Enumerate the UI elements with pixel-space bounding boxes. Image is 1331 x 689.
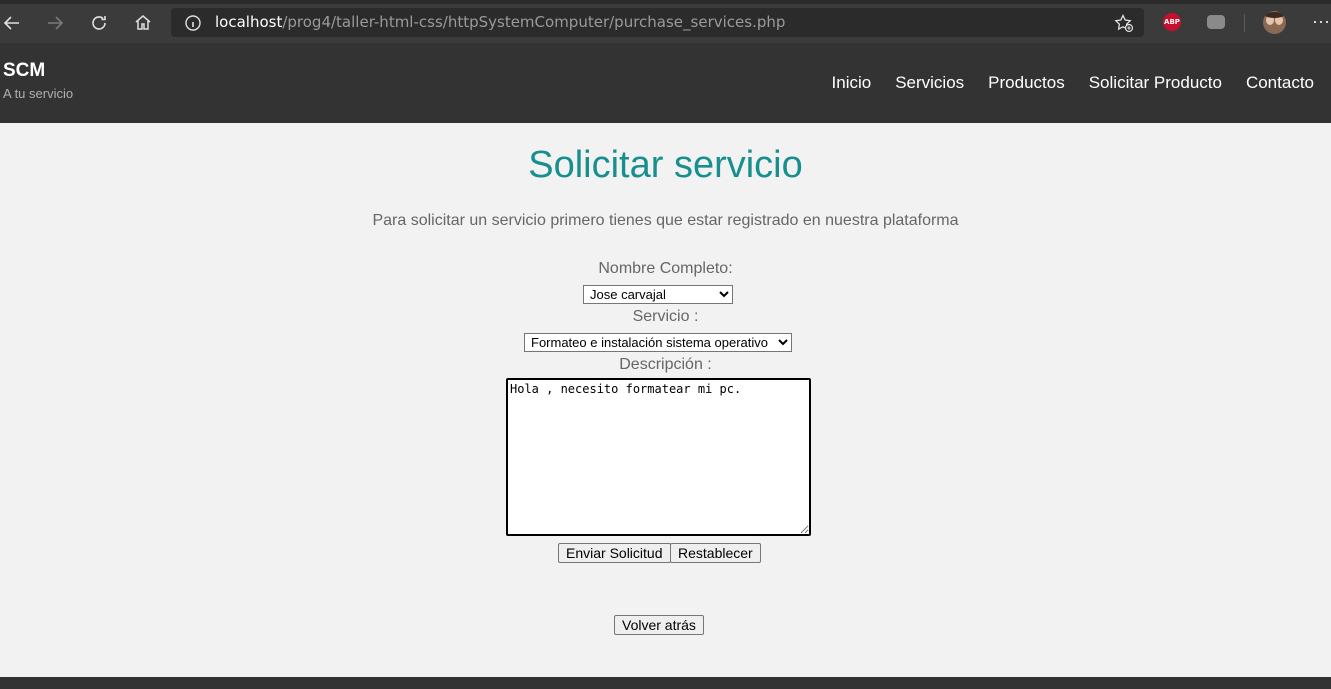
home-icon[interactable] bbox=[132, 12, 154, 34]
submit-request-button[interactable]: Enviar Solicitud bbox=[558, 543, 671, 563]
forward-icon[interactable] bbox=[44, 12, 66, 34]
description-label: Descripción : bbox=[619, 356, 712, 373]
back-icon[interactable] bbox=[1, 12, 23, 34]
service-select[interactable]: Formateo e instalación sistema operativo bbox=[524, 333, 792, 352]
nav-link-contacto[interactable]: Contacto bbox=[1246, 73, 1314, 93]
url-text: localhost/prog4/taller-html-css/httpSyst… bbox=[215, 13, 785, 31]
description-textarea[interactable]: Hola , necesito formatear mi pc. bbox=[506, 378, 811, 536]
add-favorite-icon[interactable] bbox=[1114, 13, 1134, 33]
more-icon[interactable]: ⋯ bbox=[1312, 12, 1330, 33]
url-host: localhost bbox=[215, 13, 283, 31]
site-header: SCM A tu servicio Inicio Servicios Produ… bbox=[0, 43, 1331, 123]
address-bar[interactable]: localhost/prog4/taller-html-css/httpSyst… bbox=[171, 8, 1144, 37]
nav-link-inicio[interactable]: Inicio bbox=[832, 73, 872, 93]
tab-strip bbox=[0, 0, 1331, 4]
browser-toolbar: localhost/prog4/taller-html-css/httpSyst… bbox=[0, 0, 1331, 44]
profile-avatar[interactable] bbox=[1263, 11, 1286, 34]
site-tagline: A tu servicio bbox=[3, 86, 74, 101]
nav-link-productos[interactable]: Productos bbox=[988, 73, 1065, 93]
adblock-extension-icon[interactable]: ABP bbox=[1163, 13, 1181, 31]
site-footer bbox=[0, 677, 1331, 689]
info-icon[interactable] bbox=[183, 13, 203, 33]
site-logo[interactable]: SCM bbox=[3, 60, 45, 82]
reset-button[interactable]: Restablecer bbox=[670, 543, 761, 563]
name-select[interactable]: Jose carvajal bbox=[583, 285, 733, 304]
toolbar-divider bbox=[1244, 14, 1245, 32]
extension-icon[interactable] bbox=[1207, 15, 1225, 29]
name-label: Nombre Completo: bbox=[598, 260, 733, 277]
reload-icon[interactable] bbox=[88, 12, 110, 34]
main-nav: Inicio Servicios Productos Solicitar Pro… bbox=[808, 73, 1314, 93]
url-path: /prog4/taller-html-css/httpSystemCompute… bbox=[282, 13, 786, 31]
service-label: Servicio : bbox=[632, 308, 699, 325]
page-title: Solicitar servicio bbox=[528, 144, 803, 186]
back-button[interactable]: Volver atrás bbox=[614, 615, 704, 635]
intro-text: Para solicitar un servicio primero tiene… bbox=[372, 212, 959, 229]
nav-link-solicitar-producto[interactable]: Solicitar Producto bbox=[1089, 73, 1222, 93]
nav-link-servicios[interactable]: Servicios bbox=[895, 73, 964, 93]
